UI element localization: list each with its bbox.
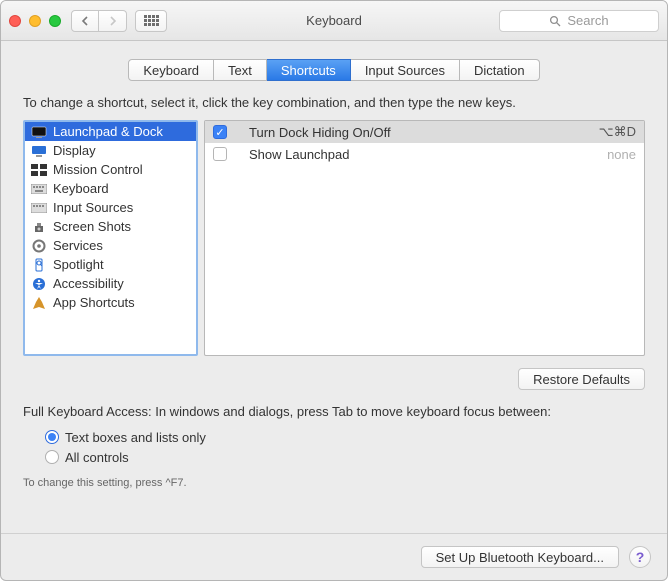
radio-button[interactable]: [45, 430, 59, 444]
help-button[interactable]: ?: [629, 546, 651, 568]
tabs: Keyboard Text Shortcuts Input Sources Di…: [128, 59, 539, 81]
category-input-sources[interactable]: Input Sources: [25, 198, 196, 217]
category-label: Services: [53, 238, 103, 253]
category-label: Screen Shots: [53, 219, 131, 234]
category-spotlight[interactable]: Spotlight: [25, 255, 196, 274]
shortcut-checkbox[interactable]: [213, 147, 227, 161]
tab-dictation[interactable]: Dictation: [460, 59, 540, 81]
tabs-container: Keyboard Text Shortcuts Input Sources Di…: [1, 41, 667, 89]
minimize-window-button[interactable]: [29, 15, 41, 27]
tab-keyboard[interactable]: Keyboard: [128, 59, 214, 81]
full-keyboard-access-heading: Full Keyboard Access: In windows and dia…: [23, 404, 645, 419]
category-app-shortcuts[interactable]: App Shortcuts: [25, 293, 196, 312]
screen-shots-icon: [31, 220, 47, 234]
zoom-window-button[interactable]: [49, 15, 61, 27]
launchpad-icon: [31, 125, 47, 139]
fka-option-text-boxes[interactable]: Text boxes and lists only: [45, 427, 645, 447]
close-window-button[interactable]: [9, 15, 21, 27]
category-keyboard[interactable]: Keyboard: [25, 179, 196, 198]
category-label: Keyboard: [53, 181, 109, 196]
category-label: Display: [53, 143, 96, 158]
app-shortcuts-icon: [31, 296, 47, 310]
shortcut-row[interactable]: Show Launchpad none: [205, 143, 644, 165]
category-label: Input Sources: [53, 200, 133, 215]
radio-button[interactable]: [45, 450, 59, 464]
shortcut-label: Turn Dock Hiding On/Off: [235, 125, 591, 140]
radio-label: All controls: [65, 450, 129, 465]
instruction-text: To change a shortcut, select it, click t…: [23, 95, 645, 110]
tab-input-sources[interactable]: Input Sources: [351, 59, 460, 81]
shortcut-checkbox[interactable]: ✓: [213, 125, 227, 139]
category-label: App Shortcuts: [53, 295, 135, 310]
spotlight-icon: [31, 258, 47, 272]
category-label: Launchpad & Dock: [53, 124, 163, 139]
shortcut-key[interactable]: none: [607, 147, 636, 162]
search-field[interactable]: Search: [499, 10, 659, 32]
nav-buttons: [71, 10, 127, 32]
category-launchpad-dock[interactable]: Launchpad & Dock: [25, 122, 196, 141]
category-list-pane: Launchpad & Dock Display Mission Control…: [23, 120, 198, 356]
display-icon: [31, 144, 47, 158]
category-mission-control[interactable]: Mission Control: [25, 160, 196, 179]
category-services[interactable]: Services: [25, 236, 196, 255]
mission-control-icon: [31, 163, 47, 177]
category-display[interactable]: Display: [25, 141, 196, 160]
category-label: Spotlight: [53, 257, 104, 272]
services-icon: [31, 239, 47, 253]
category-screen-shots[interactable]: Screen Shots: [25, 217, 196, 236]
tab-text[interactable]: Text: [214, 59, 267, 81]
panes: Launchpad & Dock Display Mission Control…: [23, 120, 645, 356]
category-accessibility[interactable]: Accessibility: [25, 274, 196, 293]
forward-button[interactable]: [99, 10, 127, 32]
full-keyboard-access-options: Text boxes and lists only All controls: [45, 427, 645, 467]
keyboard-icon: [31, 182, 47, 196]
fka-option-all-controls[interactable]: All controls: [45, 447, 645, 467]
setup-bluetooth-keyboard-button[interactable]: Set Up Bluetooth Keyboard...: [421, 546, 619, 568]
shortcut-list-pane: ✓ Turn Dock Hiding On/Off ⌥⌘D Show Launc…: [204, 120, 645, 356]
fka-subhint: To change this setting, press ^F7.: [23, 477, 645, 489]
category-list[interactable]: Launchpad & Dock Display Mission Control…: [25, 122, 196, 312]
content-area: To change a shortcut, select it, click t…: [1, 89, 667, 533]
tab-shortcuts[interactable]: Shortcuts: [267, 59, 351, 81]
shortcut-label: Show Launchpad: [235, 147, 599, 162]
search-placeholder: Search: [567, 13, 608, 28]
preferences-window: Keyboard Search Keyboard Text Shortcuts …: [0, 0, 668, 581]
footer: Set Up Bluetooth Keyboard... ?: [1, 533, 667, 580]
category-label: Mission Control: [53, 162, 143, 177]
titlebar: Keyboard Search: [1, 1, 667, 41]
back-button[interactable]: [71, 10, 99, 32]
grid-icon: [144, 15, 159, 26]
shortcut-key[interactable]: ⌥⌘D: [599, 124, 636, 140]
show-all-button[interactable]: [135, 10, 167, 32]
restore-defaults-button[interactable]: Restore Defaults: [518, 368, 645, 390]
radio-label: Text boxes and lists only: [65, 430, 206, 445]
traffic-lights: [9, 15, 61, 27]
input-sources-icon: [31, 201, 47, 215]
accessibility-icon: [31, 277, 47, 291]
shortcut-row[interactable]: ✓ Turn Dock Hiding On/Off ⌥⌘D: [205, 121, 644, 143]
category-label: Accessibility: [53, 276, 124, 291]
restore-defaults-wrap: Restore Defaults: [23, 368, 645, 390]
search-icon: [549, 15, 561, 27]
